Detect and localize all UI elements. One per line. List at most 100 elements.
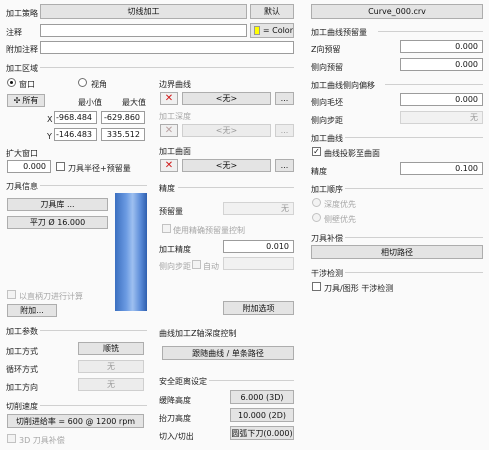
interference-title: 干涉检测 bbox=[311, 269, 343, 278]
safety-title: 安全距离设定 bbox=[159, 377, 207, 386]
surface-select[interactable]: <无> bbox=[182, 159, 271, 172]
loop-select[interactable]: 无 bbox=[78, 360, 144, 373]
depth-clear-icon[interactable]: ✕ bbox=[160, 124, 178, 137]
side-first-label: 侧壁优先 bbox=[324, 215, 356, 224]
window-radio[interactable] bbox=[7, 78, 16, 87]
tangent-path-button[interactable]: 相切路径 bbox=[311, 245, 483, 259]
depth-select[interactable]: <无> bbox=[182, 124, 271, 137]
curve-accuracy-label: 精度 bbox=[311, 167, 327, 176]
depth-first-label: 深度优先 bbox=[324, 200, 356, 209]
divider bbox=[178, 187, 294, 188]
tool-select-button[interactable]: 平刀 Ø 16.000 bbox=[7, 216, 108, 229]
all-button[interactable]: ✣ 所有 bbox=[7, 94, 45, 107]
stepover-input[interactable] bbox=[223, 257, 294, 270]
window-radio-label: 窗口 bbox=[19, 80, 35, 89]
direction-select[interactable]: 无 bbox=[78, 378, 144, 391]
divider bbox=[40, 67, 294, 68]
side-step-input[interactable]: 无 bbox=[400, 111, 483, 124]
cut-speed-button[interactable]: 切削进给率 = 600 @ 1200 rpm bbox=[7, 414, 144, 428]
loop-label: 循环方式 bbox=[6, 365, 38, 374]
auto-checkbox[interactable] bbox=[192, 260, 201, 269]
project-checkbox[interactable]: ✓ bbox=[312, 147, 321, 156]
curve-accuracy-input[interactable]: 0.100 bbox=[400, 162, 483, 175]
straight-shank-checkbox[interactable] bbox=[7, 290, 16, 299]
curve-stock-title: 加工曲线预留量 bbox=[311, 28, 367, 37]
clearance-label: 缓降高度 bbox=[159, 396, 191, 405]
view-radio-label: 视角 bbox=[91, 80, 107, 89]
note-input[interactable] bbox=[40, 24, 247, 37]
entry-label: 切入/切出 bbox=[159, 432, 194, 441]
auto-label: 自动 bbox=[203, 262, 219, 271]
side-stock-input[interactable]: 0.000 bbox=[400, 58, 483, 71]
x-min-input[interactable]: -968.484 bbox=[54, 111, 97, 124]
divider bbox=[385, 84, 483, 85]
boundary-clear-icon[interactable]: ✕ bbox=[160, 92, 178, 105]
all-button-label: 所有 bbox=[22, 96, 39, 105]
expand-input[interactable]: 0.000 bbox=[7, 160, 51, 173]
side-rough-input[interactable]: 0.000 bbox=[400, 93, 483, 106]
side-first-radio[interactable] bbox=[312, 213, 321, 222]
tool-title: 刀具信息 bbox=[6, 182, 38, 191]
max-header: 最大值 bbox=[122, 98, 146, 107]
min-header: 最小值 bbox=[78, 98, 102, 107]
x-label: X bbox=[47, 115, 53, 124]
curve-proc-title: 加工曲线 bbox=[311, 134, 343, 143]
boundary-select[interactable]: <无> bbox=[182, 92, 271, 105]
stock-input[interactable]: 无 bbox=[223, 202, 294, 215]
expand-window-label: 扩大窗口 bbox=[6, 149, 38, 158]
mode-select[interactable]: 顺铣 bbox=[78, 342, 144, 355]
divider bbox=[345, 188, 483, 189]
side-step-label: 侧向步距 bbox=[311, 116, 343, 125]
default-button[interactable]: 默认 bbox=[250, 4, 294, 19]
z-depth-button[interactable]: 跟随曲线 / 单条路径 bbox=[162, 346, 294, 360]
tool-library-button[interactable]: 刀具库 ... bbox=[7, 198, 108, 211]
side-stock-label: 侧向预留 bbox=[311, 63, 343, 72]
direction-label: 加工方向 bbox=[6, 383, 38, 392]
curve-file-button[interactable]: Curve_000.crv bbox=[311, 4, 483, 19]
order-title: 加工顺序 bbox=[311, 185, 343, 194]
stock-label: 预留量 bbox=[159, 207, 183, 216]
project-label: 曲线投影至曲面 bbox=[324, 149, 380, 158]
y-max-input[interactable]: 335.512 bbox=[101, 128, 145, 141]
x-max-input[interactable]: -629.860 bbox=[101, 111, 145, 124]
precision-title: 精度 bbox=[159, 184, 175, 193]
divider bbox=[40, 185, 147, 186]
interference-checkbox[interactable] bbox=[312, 282, 321, 291]
3d-comp-label: 3D 刀具补偿 bbox=[19, 436, 65, 445]
region-title: 加工区域 bbox=[6, 64, 38, 73]
divider bbox=[209, 380, 294, 381]
retract-label: 抬刀高度 bbox=[159, 414, 191, 423]
use-stock-label: 使用精确预留量控制 bbox=[173, 226, 245, 235]
divider bbox=[40, 330, 147, 331]
stepover-label: 侧向步距 bbox=[159, 262, 191, 271]
boundary-more-button[interactable]: ... bbox=[275, 92, 294, 105]
radius-stock-checkbox[interactable] bbox=[56, 162, 65, 171]
boundary-title: 边界曲线 bbox=[159, 80, 191, 89]
side-rough-label: 侧向毛坯 bbox=[311, 98, 343, 107]
color-swatch-icon bbox=[254, 26, 260, 35]
use-stock-checkbox[interactable] bbox=[162, 224, 171, 233]
entry-button[interactable]: 圆弧下刀(0.000) bbox=[230, 426, 294, 440]
3d-comp-checkbox[interactable] bbox=[7, 434, 16, 443]
extra-note-input[interactable] bbox=[40, 41, 294, 54]
retract-button[interactable]: 10.000 (2D) bbox=[230, 408, 294, 422]
extra-options-button[interactable]: 附加选项 bbox=[223, 301, 294, 315]
depth-first-radio[interactable] bbox=[312, 198, 321, 207]
clearance-button[interactable]: 6.000 (3D) bbox=[230, 390, 294, 404]
z-stock-label: Z向预留 bbox=[311, 45, 341, 54]
strategy-label: 加工策略 bbox=[6, 9, 38, 18]
mode-label: 加工方式 bbox=[6, 347, 38, 356]
strategy-button[interactable]: 切线加工 bbox=[40, 4, 247, 19]
divider bbox=[345, 237, 483, 238]
surface-clear-icon[interactable]: ✕ bbox=[160, 159, 178, 172]
radius-stock-label: 刀具半径+预留量 bbox=[68, 164, 131, 173]
color-button[interactable]: = Color bbox=[250, 23, 294, 38]
y-min-input[interactable]: -146.483 bbox=[54, 128, 97, 141]
view-radio[interactable] bbox=[78, 78, 87, 87]
surface-more-button[interactable]: ... bbox=[275, 159, 294, 172]
attach-button[interactable]: 附加... bbox=[7, 304, 57, 317]
z-stock-input[interactable]: 0.000 bbox=[400, 40, 483, 53]
accuracy-input[interactable]: 0.010 bbox=[223, 240, 294, 253]
z-depth-title: 曲线加工Z轴深度控制 bbox=[159, 329, 237, 338]
depth-more-button[interactable]: ... bbox=[275, 124, 294, 137]
